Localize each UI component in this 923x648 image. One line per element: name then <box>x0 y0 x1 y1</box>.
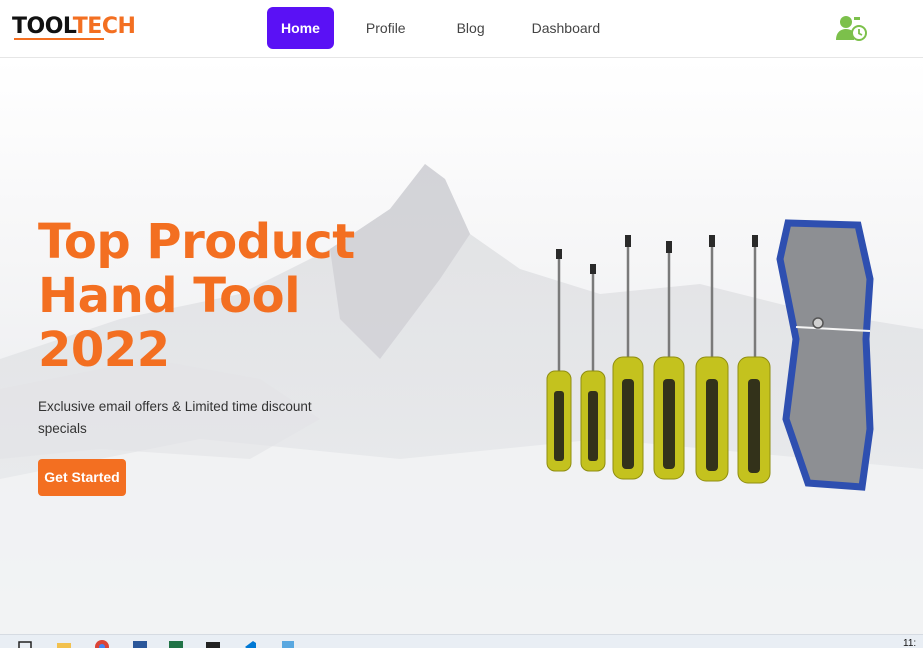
hero-subtitle: Exclusive email offers & Limited time di… <box>38 399 312 436</box>
hero-title: Top Product Hand Tool 2022 <box>38 214 355 378</box>
excel-icon[interactable] <box>169 640 183 648</box>
windows-taskbar: 11: <box>0 634 923 648</box>
hero-section: Top Product Hand Tool 2022 Exclusive ema… <box>0 59 923 634</box>
word-icon[interactable] <box>133 640 147 648</box>
nav-profile[interactable]: Profile <box>350 7 422 49</box>
screwdriver-set-image <box>546 219 874 491</box>
get-started-button[interactable]: Get Started <box>38 459 126 496</box>
logo-part-tool: TOOL <box>12 14 73 39</box>
nav-home[interactable]: Home <box>267 7 334 49</box>
nav-dashboard[interactable]: Dashboard <box>516 7 617 49</box>
taskbar-clock: 11: <box>903 638 917 648</box>
top-navbar: TOOLTECH Home Profile Blog Dashboard <box>0 0 923 58</box>
logo-underline <box>14 38 104 40</box>
file-explorer-icon[interactable] <box>57 640 71 648</box>
main-nav: Home Profile Blog Dashboard <box>267 7 616 49</box>
chrome-icon[interactable] <box>95 640 109 648</box>
vscode-icon[interactable] <box>243 640 257 648</box>
user-clock-icon[interactable] <box>834 14 868 42</box>
app-icon[interactable] <box>281 640 295 648</box>
terminal-icon[interactable] <box>206 640 220 648</box>
logo-part-tech: TECH <box>72 14 136 39</box>
nav-blog[interactable]: Blog <box>441 7 501 49</box>
task-view-icon[interactable] <box>18 640 32 648</box>
brand-logo[interactable]: TOOLTECH <box>12 13 136 41</box>
